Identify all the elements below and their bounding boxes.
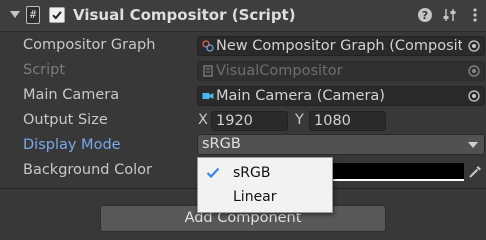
output-size-y-input[interactable]: 1080: [309, 111, 386, 131]
chevron-down-icon: [468, 142, 478, 148]
display-mode-dropdown[interactable]: sRGB: [197, 134, 485, 155]
menu-item-linear[interactable]: Linear: [198, 185, 332, 209]
compositor-graph-icon: [202, 40, 214, 52]
checkmark-icon: [52, 11, 62, 20]
script-label: Script: [23, 62, 66, 78]
output-size-x-input[interactable]: 1920: [211, 111, 288, 131]
background-color-label: Background Color: [23, 162, 152, 178]
output-size-x-label: X: [198, 112, 208, 128]
display-mode-label: Display Mode: [23, 137, 121, 153]
output-size-label: Output Size: [23, 112, 108, 128]
main-camera-value: Main Camera (Camera): [216, 88, 385, 104]
checkmark-icon: [206, 167, 220, 179]
component-enabled-checkbox[interactable]: [49, 7, 65, 23]
compositor-graph-value: New Compositor Graph (Compositor Graph): [216, 38, 462, 54]
compositor-graph-field[interactable]: New Compositor Graph (Compositor Graph): [197, 36, 485, 56]
compositor-graph-label: Compositor Graph: [23, 37, 156, 53]
output-size-y-label: Y: [295, 112, 304, 128]
svg-text:?: ?: [422, 9, 428, 22]
presets-icon[interactable]: [442, 7, 458, 23]
background-color-swatch[interactable]: [330, 163, 464, 181]
main-camera-field[interactable]: Main Camera (Camera): [197, 86, 485, 106]
object-picker-icon: [468, 65, 480, 77]
script-field: VisualCompositor: [197, 61, 485, 81]
foldout-arrow-icon[interactable]: [10, 11, 20, 18]
object-picker-icon[interactable]: [468, 40, 480, 52]
display-mode-value: sRGB: [202, 136, 241, 152]
component-header: # Visual Compositor (Script) ?: [0, 0, 486, 32]
script-file-icon: [203, 65, 213, 77]
object-picker-icon[interactable]: [468, 90, 480, 102]
more-options-icon[interactable]: [467, 7, 483, 23]
eyedropper-icon[interactable]: [467, 164, 483, 180]
menu-item-label: Linear: [233, 189, 277, 205]
camera-icon: [202, 93, 214, 99]
component-title: Visual Compositor (Script): [73, 6, 296, 24]
menu-item-label: sRGB: [233, 165, 271, 181]
script-value: VisualCompositor: [216, 63, 343, 79]
main-camera-label: Main Camera: [23, 87, 120, 103]
display-mode-menu: sRGB Linear: [197, 157, 333, 213]
script-icon: #: [26, 6, 40, 24]
menu-item-srgb[interactable]: sRGB: [198, 161, 332, 185]
help-icon[interactable]: ?: [417, 7, 433, 23]
